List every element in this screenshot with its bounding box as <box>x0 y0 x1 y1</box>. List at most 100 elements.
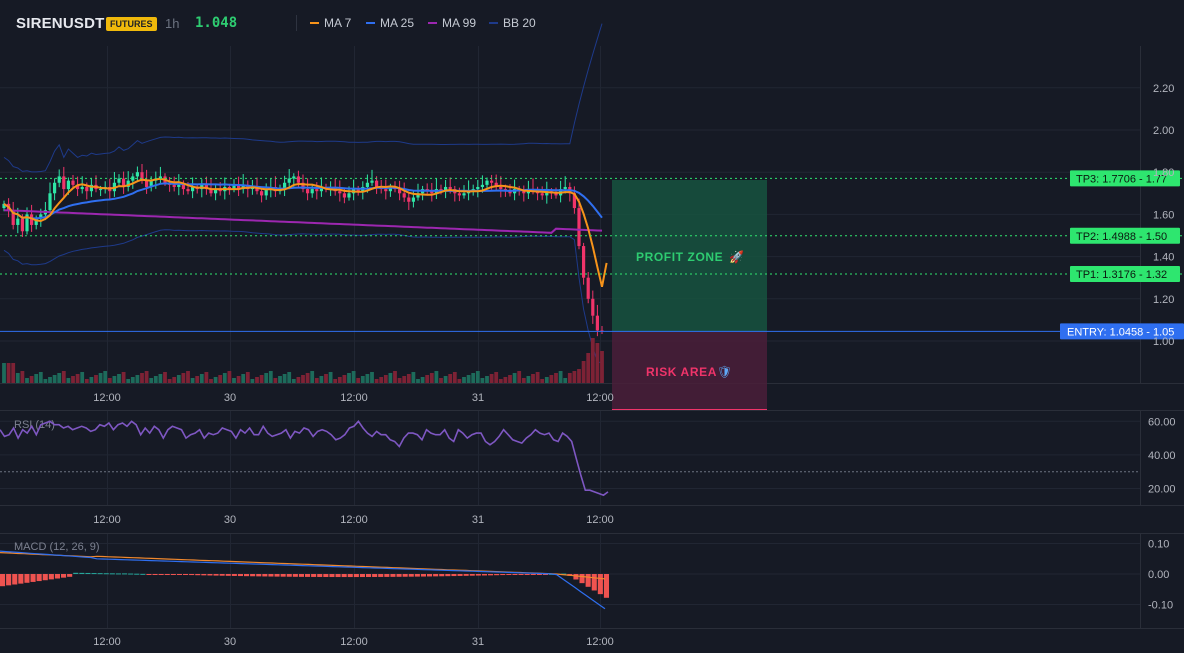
volume-bar <box>107 378 112 383</box>
volume-bar <box>416 379 420 383</box>
volume-bar <box>25 378 29 383</box>
rocket-icon: 🚀 <box>729 250 744 264</box>
volume-bar <box>291 379 296 383</box>
candle-body <box>448 186 452 190</box>
candle-body <box>117 178 121 183</box>
volume-bar <box>370 372 374 383</box>
volume-bar <box>282 374 287 383</box>
volume-bar <box>34 374 39 383</box>
candle-body <box>407 197 411 202</box>
candle-body <box>582 246 586 278</box>
macd-histogram-bar <box>469 574 475 576</box>
rsi-tick-label: 20.00 <box>1148 484 1176 496</box>
volume-bar <box>126 379 131 383</box>
macd-histogram-bar <box>396 574 402 577</box>
volume-bar <box>508 375 512 383</box>
macd-histogram-bar <box>128 573 134 575</box>
price-tick-label: 1.60 <box>1153 209 1174 221</box>
candle-body <box>370 180 374 183</box>
volume-bar <box>204 372 209 383</box>
macd-histogram-bar <box>414 574 420 577</box>
rsi-path <box>0 420 609 497</box>
candle-body <box>20 218 24 232</box>
volume-bar <box>383 375 388 383</box>
volume-bar <box>531 374 535 383</box>
volume-bar <box>535 372 540 383</box>
volume-bar <box>80 372 85 383</box>
macd-histogram-bar <box>311 574 317 577</box>
macd-histogram-bar <box>122 573 128 575</box>
macd-histogram-bar <box>378 574 384 577</box>
candle-body <box>172 184 176 187</box>
candle-body <box>99 189 103 191</box>
volume-bar <box>287 372 292 383</box>
chart-canvas[interactable]: PROFIT ZONE 🚀 RISK AREA 🛡 TP3: 1.7706 - … <box>0 0 1184 653</box>
macd-histogram-bar <box>512 574 518 575</box>
candle-body <box>57 176 61 183</box>
candle-body <box>177 184 181 187</box>
volume-bar <box>337 377 342 383</box>
price-tick-label: 1.20 <box>1153 294 1174 306</box>
macd-histogram-bar <box>67 574 73 577</box>
price-tick-label: 1.00 <box>1153 336 1174 348</box>
volume-bar <box>494 372 499 383</box>
volume-bar <box>121 372 126 383</box>
candle-body <box>563 186 567 190</box>
volume-bar <box>84 379 89 383</box>
macd-histogram-bar <box>158 574 164 575</box>
macd-histogram-bar <box>573 574 579 580</box>
candle-body <box>292 176 296 179</box>
profit-zone-label: PROFIT ZONE <box>636 250 723 264</box>
volume-bar <box>443 376 448 383</box>
macd-histogram-bar <box>18 574 24 584</box>
macd-histogram-bar <box>262 574 268 577</box>
volume-bar <box>98 373 103 383</box>
volume-bar <box>2 363 6 383</box>
macd-histogram-bar <box>475 574 481 576</box>
time-tick-label: 30 <box>224 392 236 404</box>
volume-bar <box>135 375 140 383</box>
time-tick-label: 12:00 <box>586 514 614 526</box>
macd-histogram-bar <box>109 573 115 575</box>
candle-body <box>315 189 319 192</box>
volume-bar <box>319 376 324 383</box>
macd-histogram-bar <box>152 574 158 575</box>
volume-bar <box>563 378 568 383</box>
macd-histogram-bar <box>402 574 408 577</box>
volume-bar <box>544 377 549 383</box>
bollinger-bands <box>3 23 603 363</box>
volume-bar <box>577 369 581 383</box>
candle-body <box>296 176 300 183</box>
volume-bar <box>402 376 407 383</box>
candle-body <box>411 197 415 202</box>
candle-body <box>310 189 314 194</box>
volume-bar <box>89 377 94 383</box>
candle-body <box>66 180 70 190</box>
macd-histogram-bar <box>488 574 494 576</box>
candle-body <box>347 193 351 198</box>
bb-upper-line <box>3 23 603 173</box>
macd-histogram-bar <box>213 574 219 576</box>
volume-bar <box>153 376 158 383</box>
time-tick-label: 31 <box>472 514 484 526</box>
volume-bar <box>310 371 315 383</box>
volume-bar <box>379 377 384 383</box>
macd-histogram-bar <box>323 574 329 578</box>
macd-histogram-bar <box>292 574 298 577</box>
volume-bar <box>517 371 522 383</box>
volume-bar <box>590 338 595 383</box>
candle-body <box>287 178 291 183</box>
candle-body <box>476 186 480 190</box>
macd-histogram-bar <box>79 572 85 574</box>
candle-body <box>85 186 89 192</box>
volume-bar <box>360 376 365 383</box>
candle-body <box>145 180 149 187</box>
moving-averages <box>3 177 608 288</box>
macd-histogram-bar <box>91 573 97 575</box>
macd-histogram-bar <box>597 574 603 595</box>
macd-axis: 0.10 0.00 -0.10 <box>1148 539 1173 612</box>
volume-bar <box>457 379 462 383</box>
macd-histogram-bar <box>439 574 445 577</box>
volume-bar <box>411 372 416 383</box>
volume-bar <box>480 378 485 383</box>
